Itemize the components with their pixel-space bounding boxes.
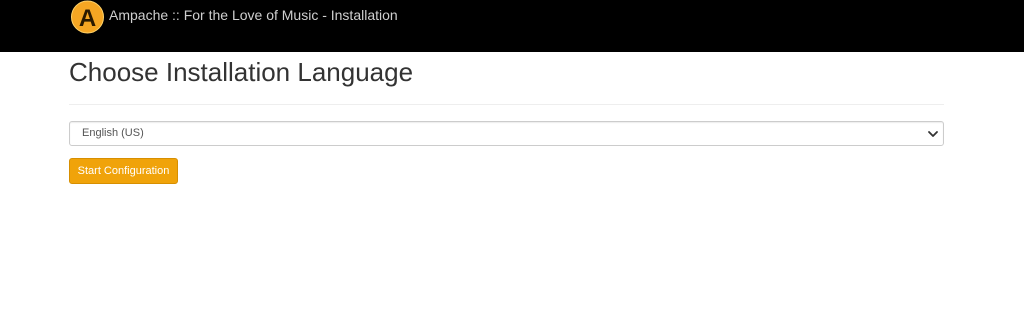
app-title: Ampache :: For the Love of Music - Insta… xyxy=(109,7,398,23)
language-select-value: English (US) xyxy=(82,127,144,139)
heading-divider xyxy=(69,104,944,105)
ampache-logo-icon[interactable]: A xyxy=(70,0,105,35)
page-title: Choose Installation Language xyxy=(69,57,414,87)
start-configuration-button[interactable]: Start Configuration xyxy=(69,158,178,184)
top-navbar: A Ampache :: For the Love of Music - Ins… xyxy=(0,0,1024,52)
chevron-down-icon xyxy=(928,131,938,137)
language-select[interactable]: English (US) xyxy=(69,121,944,146)
svg-text:A: A xyxy=(79,5,96,32)
